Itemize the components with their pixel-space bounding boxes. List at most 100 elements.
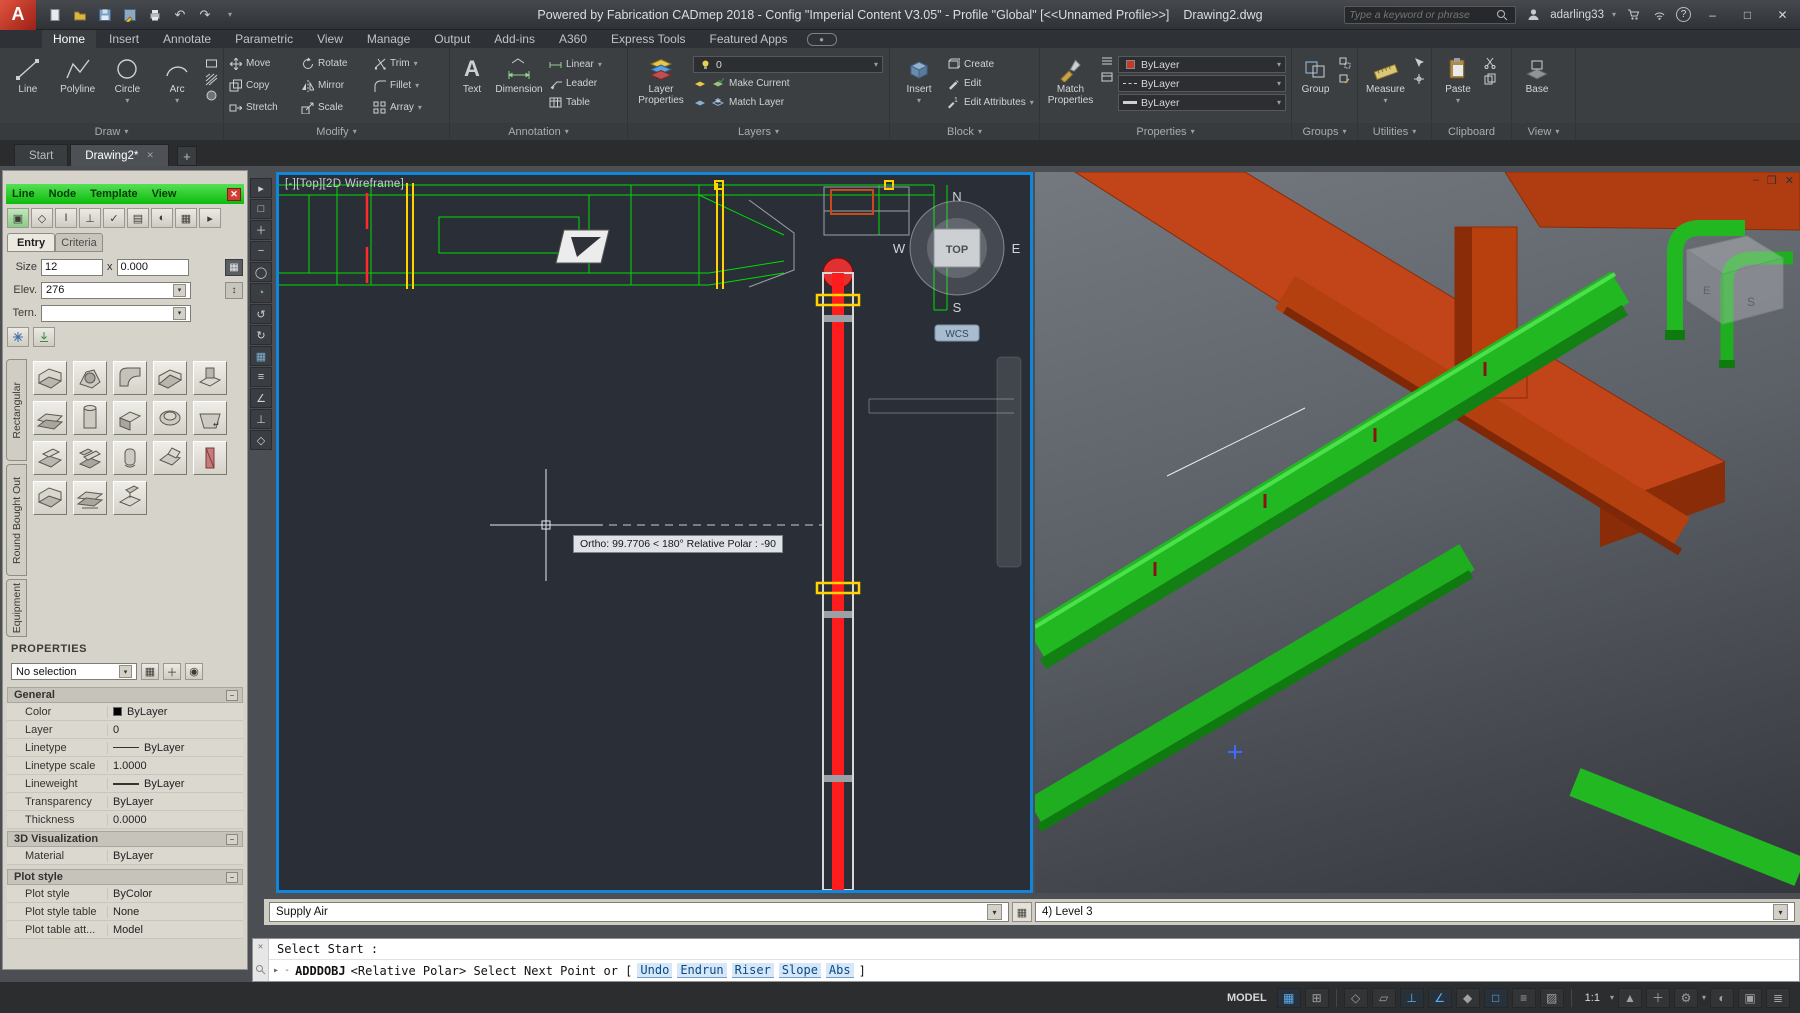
object-color-select[interactable]: ByLayer▾ <box>1118 56 1286 73</box>
base-view-button[interactable]: Base <box>1517 52 1557 96</box>
palette-tool-icon[interactable]: I <box>55 208 77 228</box>
copy-clip-icon[interactable] <box>1483 72 1497 86</box>
recent-commands-icon[interactable]: ▸ <box>273 965 279 976</box>
fitting-icon[interactable] <box>193 441 227 475</box>
rotate-button[interactable]: Rotate <box>301 55 373 72</box>
undo-icon[interactable]: ↶ <box>169 4 191 26</box>
edit-attributes-flyout-icon[interactable]: ▾ <box>1030 98 1034 107</box>
viewport-controls-label[interactable]: [-][Top][2D Wireframe] <box>285 178 404 190</box>
properties-list-icon-2[interactable] <box>1100 70 1114 84</box>
ribbon-tab-insert[interactable]: Insert <box>98 30 150 48</box>
app-store-icon[interactable] <box>1624 6 1642 24</box>
property-row[interactable]: MaterialByLayer <box>7 847 243 865</box>
move-button[interactable]: Move <box>229 55 301 72</box>
palette-tool-icon[interactable]: ◐ <box>151 208 173 228</box>
panel-label-layers[interactable]: Layers▾ <box>628 123 889 140</box>
ortho-icon[interactable]: ⊥ <box>1400 988 1424 1008</box>
select-objects-icon[interactable]: ＋ <box>163 663 181 680</box>
service-options-icon[interactable]: ▦ <box>1012 902 1032 922</box>
panel-label-block[interactable]: Block▾ <box>890 123 1039 140</box>
file-tab-drawing2[interactable]: Drawing2*✕ <box>70 144 169 166</box>
toggle-pickadd-icon[interactable]: ▦ <box>141 663 159 680</box>
elev-spinner-icon[interactable]: ↕ <box>225 282 243 299</box>
viewport-tool-icon[interactable]: ＋ <box>250 220 272 240</box>
viewport-tool-icon[interactable]: ◇ <box>250 430 272 450</box>
group-button[interactable]: Group <box>1297 52 1334 96</box>
size-input[interactable] <box>41 259 103 276</box>
palette-tool-icon[interactable]: ◇ <box>31 208 53 228</box>
isolate-objects-icon[interactable]: ◐ <box>1710 988 1734 1008</box>
command-search-icon[interactable] <box>255 964 266 978</box>
save-icon[interactable] <box>94 4 116 26</box>
viewport-2d[interactable]: TOP N W E S WCS [-][Top][2D Wireframe] O… <box>276 172 1033 893</box>
fitting-icon[interactable] <box>153 401 187 435</box>
property-row[interactable]: TransparencyByLayer <box>7 793 243 811</box>
command-option-abs[interactable]: Abs <box>826 963 854 978</box>
property-row[interactable]: Thickness0.0000 <box>7 811 243 829</box>
close-button[interactable]: ✕ <box>1769 8 1796 22</box>
palette-menu-line[interactable]: Line <box>12 188 35 200</box>
property-row[interactable]: Linetype scale1.0000 <box>7 757 243 775</box>
fitting-icon[interactable] <box>113 401 147 435</box>
array-flyout-icon[interactable]: ▾ <box>418 103 422 112</box>
viewport-3d[interactable]: S E – ❒ ✕ <box>1035 172 1800 893</box>
cut-icon[interactable] <box>1483 56 1497 70</box>
text-button[interactable]: A Text <box>455 52 489 96</box>
infer-constraints-icon[interactable]: ◇ <box>1344 988 1368 1008</box>
3d-close-icon[interactable]: ✕ <box>1785 174 1794 187</box>
lineweight-select[interactable]: ByLayer▾ <box>1118 94 1286 111</box>
layer-off-icon[interactable] <box>693 96 707 110</box>
copy-button[interactable]: Copy <box>229 77 301 94</box>
fitting-icon[interactable] <box>73 441 107 475</box>
search-input[interactable] <box>1349 9 1489 21</box>
line-button[interactable]: Line <box>5 52 51 96</box>
trim-button[interactable]: Trim▾ <box>373 55 445 72</box>
linear-dimension-button[interactable]: Linear▾ <box>549 56 602 73</box>
transparency-icon[interactable]: ▨ <box>1540 988 1564 1008</box>
palette-menu-view[interactable]: View <box>152 188 177 200</box>
viewport-tool-icon[interactable]: ↺ <box>250 304 272 324</box>
3d-minimize-icon[interactable]: – <box>1753 174 1759 187</box>
layer-state-icon-1[interactable] <box>693 77 707 91</box>
new-drawing-icon[interactable] <box>44 4 66 26</box>
viewport-tool-icon[interactable]: ≡ <box>250 367 272 387</box>
group-edit-icon[interactable] <box>1338 72 1352 86</box>
file-tab-start[interactable]: Start <box>14 144 68 166</box>
palette-close-icon[interactable]: ✕ <box>227 188 241 201</box>
maximize-button[interactable]: □ <box>1734 8 1761 22</box>
layer-properties-button[interactable]: Layer Properties <box>633 52 689 106</box>
username[interactable]: adarling33 <box>1550 9 1604 21</box>
section-header-plot-style[interactable]: Plot style− <box>7 869 243 885</box>
array-button[interactable]: Array▾ <box>373 99 445 116</box>
snowflake-icon[interactable] <box>7 327 29 347</box>
panel-label-draw[interactable]: Draw▾ <box>0 123 223 140</box>
collapse-icon[interactable]: − <box>226 834 238 845</box>
fitting-icon[interactable] <box>193 361 227 395</box>
dimension-button[interactable]: Dimension <box>493 52 545 96</box>
layer-freeze-icon[interactable] <box>711 96 725 110</box>
level-dropdown[interactable]: 4) Level 3▾ <box>1035 902 1795 922</box>
size-input-2[interactable] <box>117 259 189 276</box>
panel-label-modify[interactable]: Modify▾ <box>224 123 449 140</box>
palette-tool-icon[interactable]: ▦ <box>175 208 197 228</box>
selection-filter-select[interactable]: No selection▾ <box>11 663 137 680</box>
viewport-tool-icon[interactable]: □ <box>250 199 272 219</box>
ribbon-display-toggle-icon[interactable]: ● <box>807 33 837 46</box>
fitting-icon[interactable] <box>73 361 107 395</box>
annotation-scale-button[interactable]: 1:1 <box>1579 992 1606 1004</box>
palette-menu-template[interactable]: Template <box>90 188 137 200</box>
viewport-tool-icon[interactable]: ∠ <box>250 388 272 408</box>
isometric-drafting-icon[interactable]: ◆ <box>1456 988 1480 1008</box>
id-point-icon[interactable] <box>1412 72 1426 86</box>
palette-tool-icon[interactable]: ▤ <box>127 208 149 228</box>
paste-button[interactable]: Paste ▾ <box>1437 52 1479 105</box>
panel-label-utilities[interactable]: Utilities▾ <box>1358 123 1431 140</box>
minimize-button[interactable]: – <box>1699 8 1726 22</box>
elev-select[interactable]: 276▾ <box>41 282 191 299</box>
model-space-button[interactable]: MODEL <box>1221 992 1273 1004</box>
side-tab-round-bought-out[interactable]: Round Bought Out <box>6 464 27 576</box>
command-option-endrun[interactable]: Endrun <box>677 963 726 978</box>
side-tab-equipment[interactable]: Equipment <box>6 579 27 637</box>
viewport-tool-icon[interactable]: − <box>250 241 272 261</box>
palette-menu-node[interactable]: Node <box>49 188 77 200</box>
